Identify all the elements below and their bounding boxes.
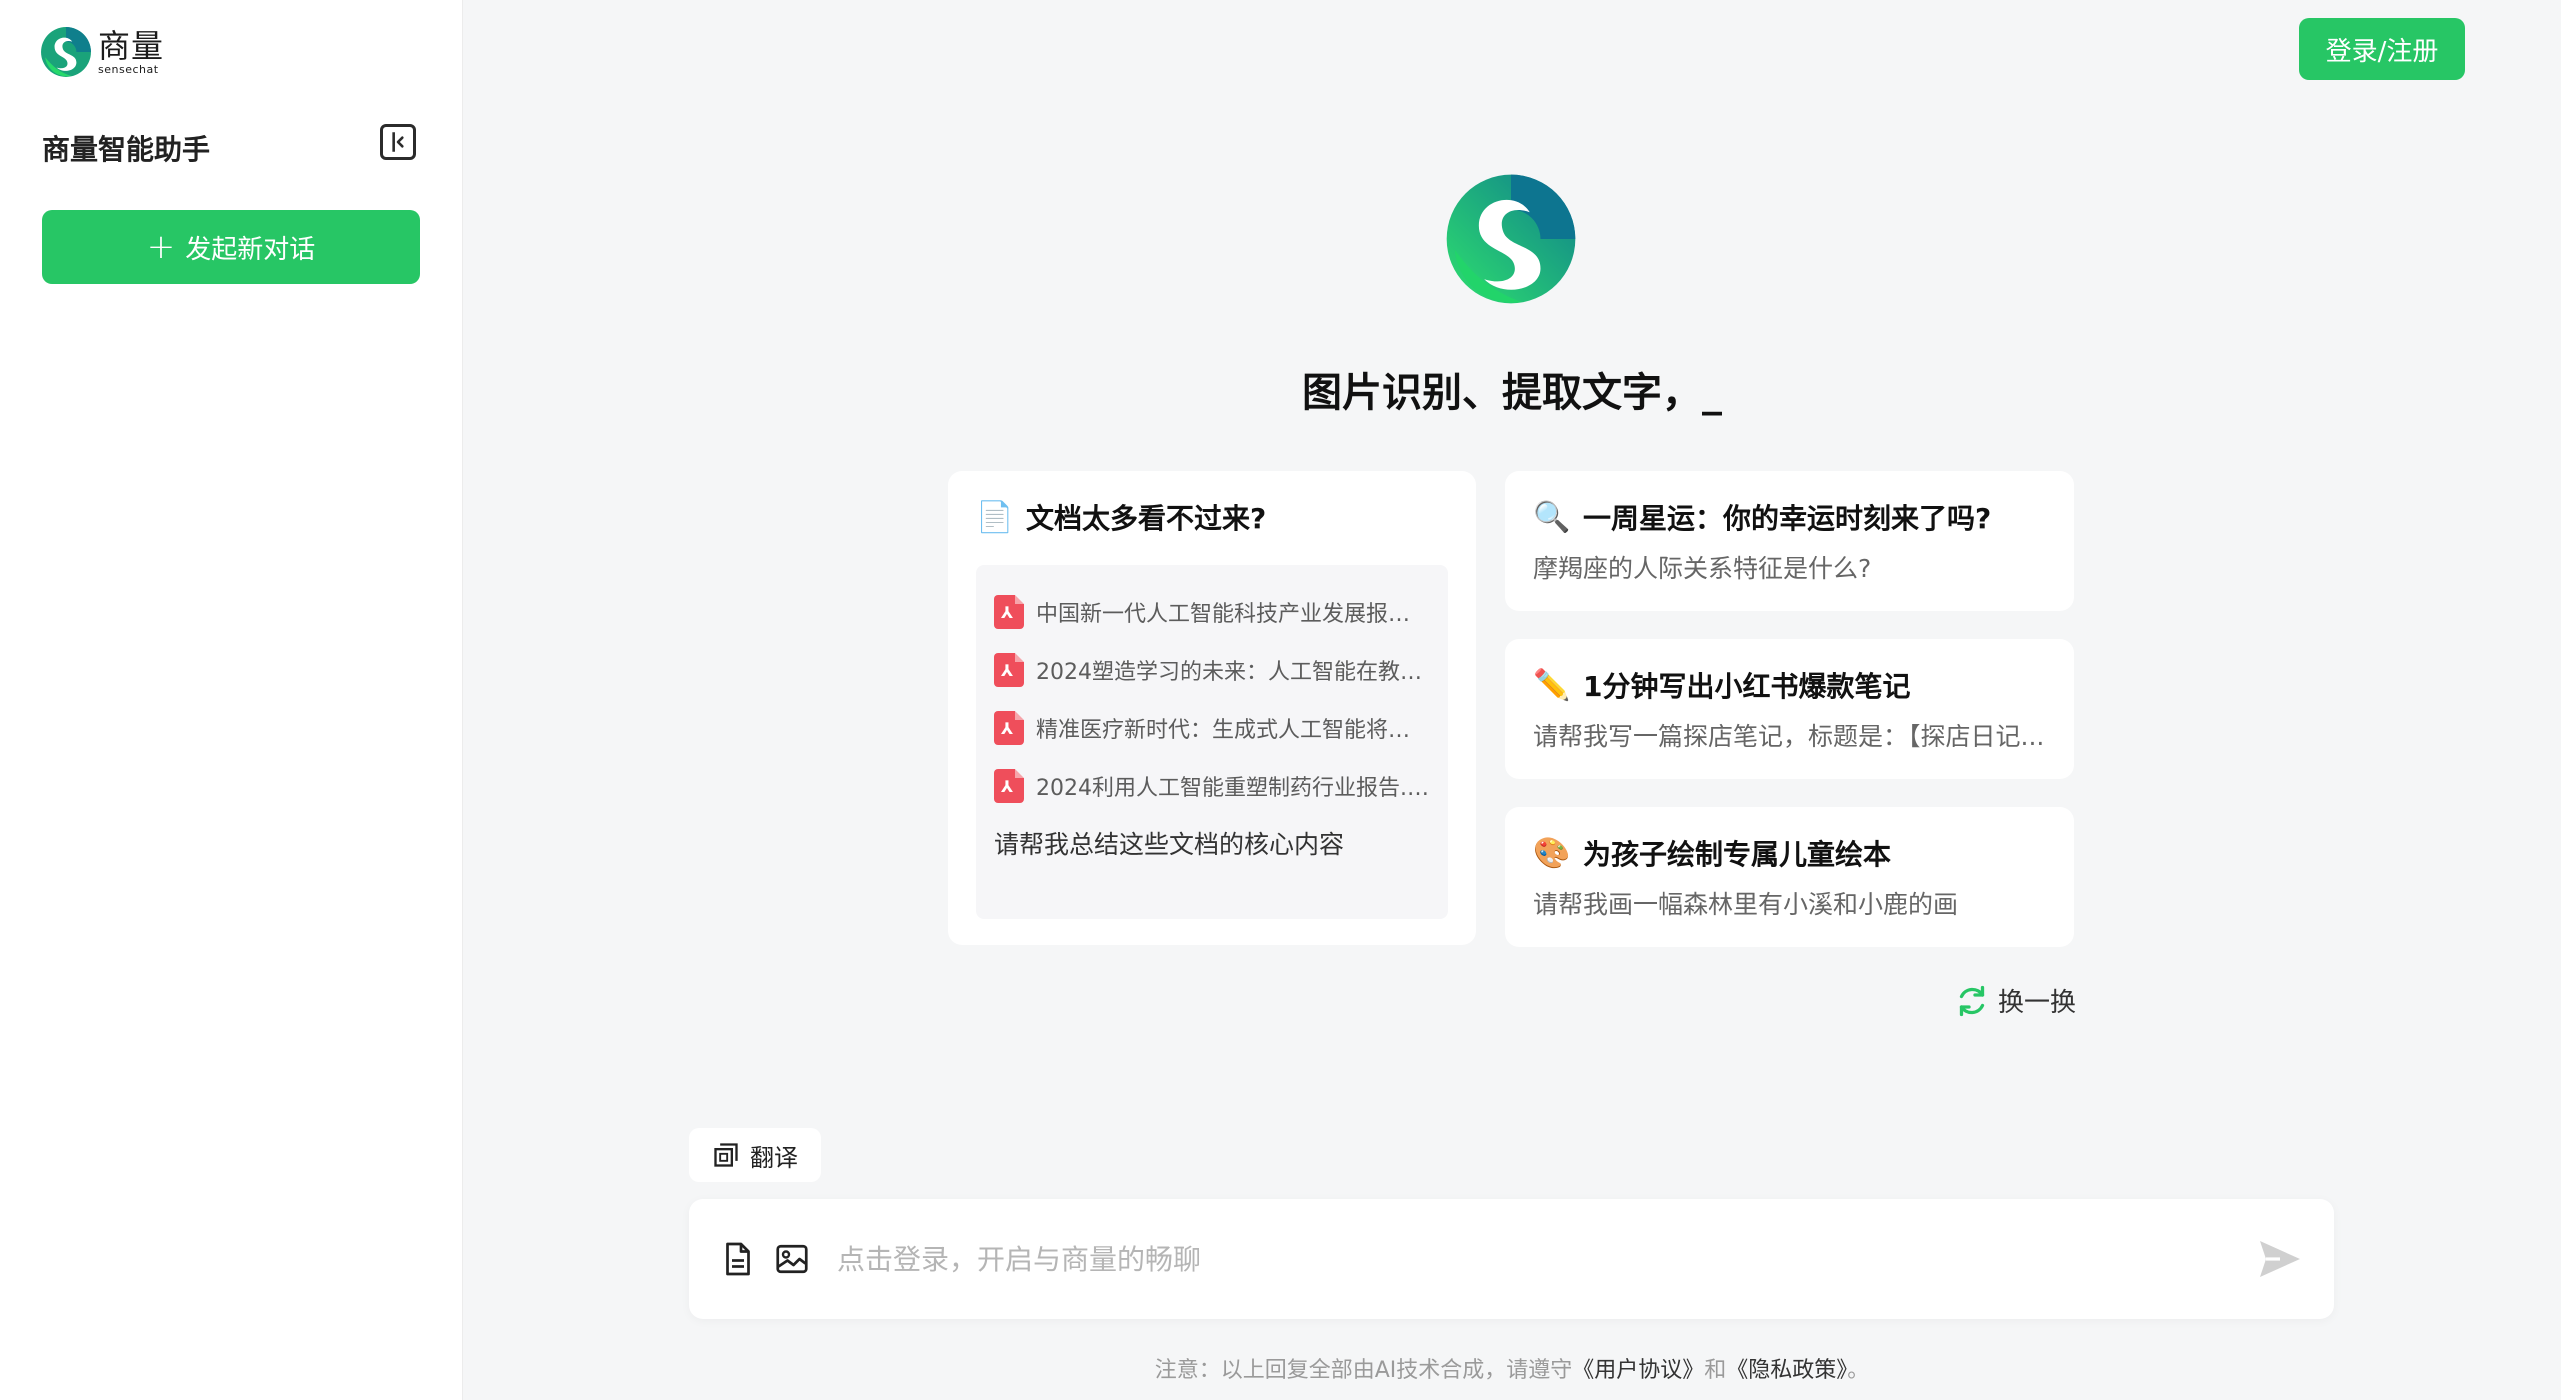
sidebar-collapse-button[interactable] [380,124,416,160]
plus-icon: + [146,227,176,267]
file-name: 2024塑造学习的未来：人工智能在教育4... [1036,660,1430,685]
translate-icon [714,1143,738,1167]
pdf-icon: ⅄ [994,711,1024,745]
file-item[interactable]: ⅄ 2024塑造学习的未来：人工智能在教育4... [994,641,1430,699]
sidebar-collapse-icon [392,132,404,152]
file-item[interactable]: ⅄ 2024利用人工智能重塑制药行业报告.pdf [994,757,1430,815]
refresh-icon [1959,985,1985,1016]
upload-image-button[interactable] [773,1240,811,1278]
card-title: 文档太多看不过来? [1026,502,1267,535]
card-title: 一周星运：你的幸运时刻来了吗? [1583,502,1992,535]
translate-chip[interactable]: 翻译 [689,1128,821,1182]
brand-name-en: sensechat [98,62,159,76]
file-name: 中国新一代人工智能科技产业发展报告... [1036,602,1430,627]
footer-notice: 注意：以上回复全部由AI技术合成，请遵守《用户协议》和《隐私政策》。 [463,1352,2561,1384]
hero-title-wrapper: 图片识别、提取文字，_ [0,360,2561,418]
suggestion-card-picturebook[interactable]: 🎨 为孩子绘制专属儿童绘本 请帮我画一幅森林里有小溪和小鹿的画 [1505,807,2074,947]
sensechat-hero-logo-icon [1446,174,1576,304]
card-prompt: 请帮我总结这些文档的核心内容 [994,830,1345,859]
privacy-policy-link[interactable]: 《隐私政策》 [1726,1358,1847,1383]
new-chat-button[interactable]: + 发起新对话 [42,210,420,284]
refresh-label: 换一换 [1998,988,2077,1018]
translate-label: 翻译 [750,1143,798,1172]
pdf-icon: ⅄ [994,595,1024,629]
card-title: 1分钟写出小红书爆款笔记 [1583,670,1911,703]
magnifier-icon: 🔍 [1533,499,1571,535]
file-item[interactable]: ⅄ 中国新一代人工智能科技产业发展报告... [994,583,1430,641]
image-icon [776,1244,808,1274]
refresh-suggestions-button[interactable]: 换一换 [1954,982,2076,1019]
brand-logo[interactable]: 商量 sensechat [40,26,164,78]
card-title: 为孩子绘制专属儿童绘本 [1583,838,1892,871]
brand-name-cn: 商量 [98,26,165,65]
footer-and: 和 [1704,1358,1727,1383]
file-item[interactable]: ⅄ 精准医疗新时代：生成式人工智能将产... [994,699,1430,757]
sidebar: 商量 sensechat 商量智能助手 + 发起新对话 [0,0,463,1400]
palette-icon: 🎨 [1533,835,1571,871]
sidebar-title: 商量智能助手 [42,133,211,166]
user-agreement-link[interactable]: 《用户协议》 [1572,1358,1704,1383]
pdf-icon: ⅄ [994,653,1024,687]
hero-title: 图片识别、提取文字，_ [1302,370,1722,416]
card-description: 请帮我写一篇探店笔记，标题是：【探店日记... [1533,722,2045,751]
chat-input-box [689,1199,2334,1319]
login-register-button[interactable]: 登录/注册 [2299,18,2465,80]
send-icon[interactable] [2256,1235,2304,1283]
card-description: 请帮我画一幅森林里有小溪和小鹿的画 [1533,890,1959,919]
suggestion-card-docs[interactable]: 📄 文档太多看不过来? ⅄ 中国新一代人工智能科技产业发展报告... ⅄ 202… [948,471,1476,945]
file-list: ⅄ 中国新一代人工智能科技产业发展报告... ⅄ 2024塑造学习的未来：人工智… [976,565,1448,919]
file-name: 2024利用人工智能重塑制药行业报告.pdf [1036,776,1430,801]
footer-prefix: 注意：以上回复全部由AI技术合成，请遵守 [1154,1358,1573,1383]
new-chat-label: 发起新对话 [185,234,316,265]
suggestion-card-horoscope[interactable]: 🔍 一周星运：你的幸运时刻来了吗? 摩羯座的人际关系特征是什么? [1505,471,2074,611]
chat-input[interactable] [837,1242,2256,1276]
upload-file-button[interactable] [719,1240,757,1278]
document-icon: 📄 [976,499,1014,535]
sensechat-logo-icon [41,27,91,77]
file-icon [726,1242,750,1276]
pdf-icon: ⅄ [994,769,1024,803]
suggestion-card-xiaohongshu[interactable]: ✏️ 1分钟写出小红书爆款笔记 请帮我写一篇探店笔记，标题是：【探店日记... [1505,639,2074,779]
pencil-icon: ✏️ [1533,667,1571,703]
file-name: 精准医疗新时代：生成式人工智能将产... [1036,718,1430,743]
card-description: 摩羯座的人际关系特征是什么? [1533,554,1872,583]
footer-suffix: 。 [1847,1358,1870,1383]
